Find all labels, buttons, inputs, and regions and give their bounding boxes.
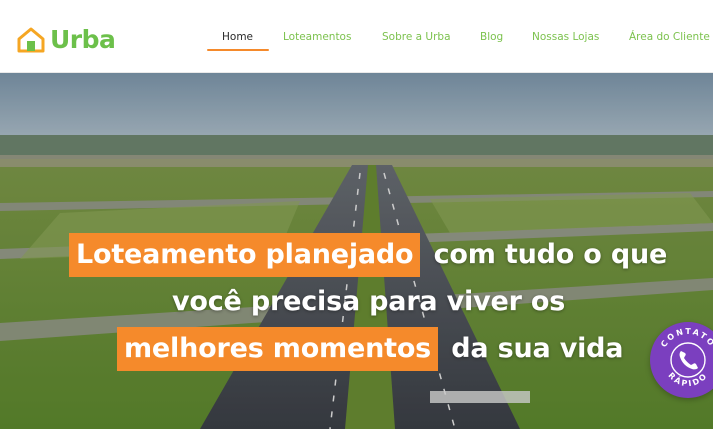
nav-active-underline [207,49,269,51]
hero-banner: Loteamento planejado com tudo o que você… [0,73,713,429]
headline-line-1: Loteamento planejado com tudo o que [69,233,671,277]
headline-text-3: da sua vida [451,333,624,364]
house-logo-icon [17,27,45,53]
headline-line-3: melhores momentos da sua vida [117,327,627,371]
nav-item-sobre[interactable]: Sobre a Urba [382,31,451,43]
nav-item-loteamentos[interactable]: Loteamentos [283,31,351,43]
svg-text:RÁPIDO: RÁPIDO [666,371,709,389]
nav-item-lojas[interactable]: Nossas Lojas [532,31,599,43]
headline-text-2: você precisa para viver os [172,286,566,317]
headline-highlight-1: Loteamento planejado [69,233,421,277]
nav-item-area-cliente[interactable]: Área do Cliente [629,31,710,43]
quick-contact-button[interactable]: CONTATO RÁPIDO [650,322,713,398]
quick-contact-badge-art: CONTATO RÁPIDO [659,327,713,389]
urba-logo[interactable]: Urba [16,25,116,54]
phone-ring [670,342,706,378]
nav-item-home[interactable]: Home [222,31,253,43]
headline-text-1: com tudo o que [433,239,668,270]
contact-bottom-label: RÁPIDO [666,371,707,389]
contact-top-label: CONTATO [659,327,713,349]
nav-item-blog[interactable]: Blog [480,31,503,43]
logo-text: Urba [50,25,116,54]
headline-line-2: você precisa para viver os [168,280,569,324]
site-header: Urba Home Loteamentos Sobre a Urba Blog … [0,0,713,73]
phone-icon [679,351,698,370]
headline-highlight-3: melhores momentos [117,327,439,371]
svg-text:CONTATO: CONTATO [659,327,713,349]
